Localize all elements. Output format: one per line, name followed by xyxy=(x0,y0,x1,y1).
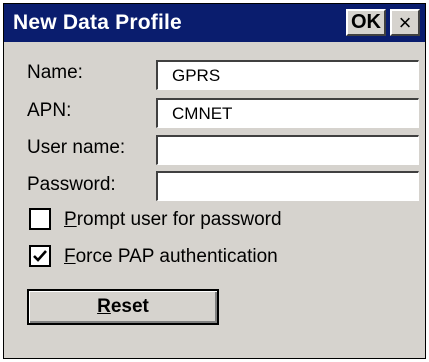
apn-label: APN: xyxy=(27,100,72,121)
prompt-password-checkbox[interactable] xyxy=(29,208,51,230)
username-field[interactable] xyxy=(156,135,419,165)
close-button[interactable]: × xyxy=(390,9,420,36)
window-title: New Data Profile xyxy=(13,11,182,34)
close-icon: × xyxy=(398,9,412,35)
reset-text: eset xyxy=(110,296,149,317)
password-label: Password: xyxy=(27,174,116,195)
force-pap-checkbox[interactable] xyxy=(29,245,51,267)
force-pap-label[interactable]: Force PAP authentication xyxy=(64,246,278,268)
reset-button[interactable]: Reset xyxy=(27,289,219,325)
username-label: User name: xyxy=(27,137,126,158)
name-label: Name: xyxy=(27,62,83,83)
name-field[interactable] xyxy=(156,60,419,90)
title-bar: New Data Profile OK × xyxy=(4,4,425,42)
password-field[interactable] xyxy=(156,171,419,201)
new-data-profile-dialog: New Data Profile OK × Name: APN: User na… xyxy=(3,3,426,359)
prompt-password-mnemonic: P xyxy=(64,209,77,230)
ok-button[interactable]: OK xyxy=(346,9,386,36)
reset-mnemonic: R xyxy=(97,296,111,317)
prompt-password-text: rompt user for password xyxy=(76,209,282,230)
force-pap-mnemonic: F xyxy=(64,246,76,267)
checkmark-icon xyxy=(33,250,47,262)
force-pap-text: orce PAP authentication xyxy=(75,246,278,267)
prompt-password-label[interactable]: Prompt user for password xyxy=(64,209,282,231)
apn-field[interactable] xyxy=(156,98,419,128)
